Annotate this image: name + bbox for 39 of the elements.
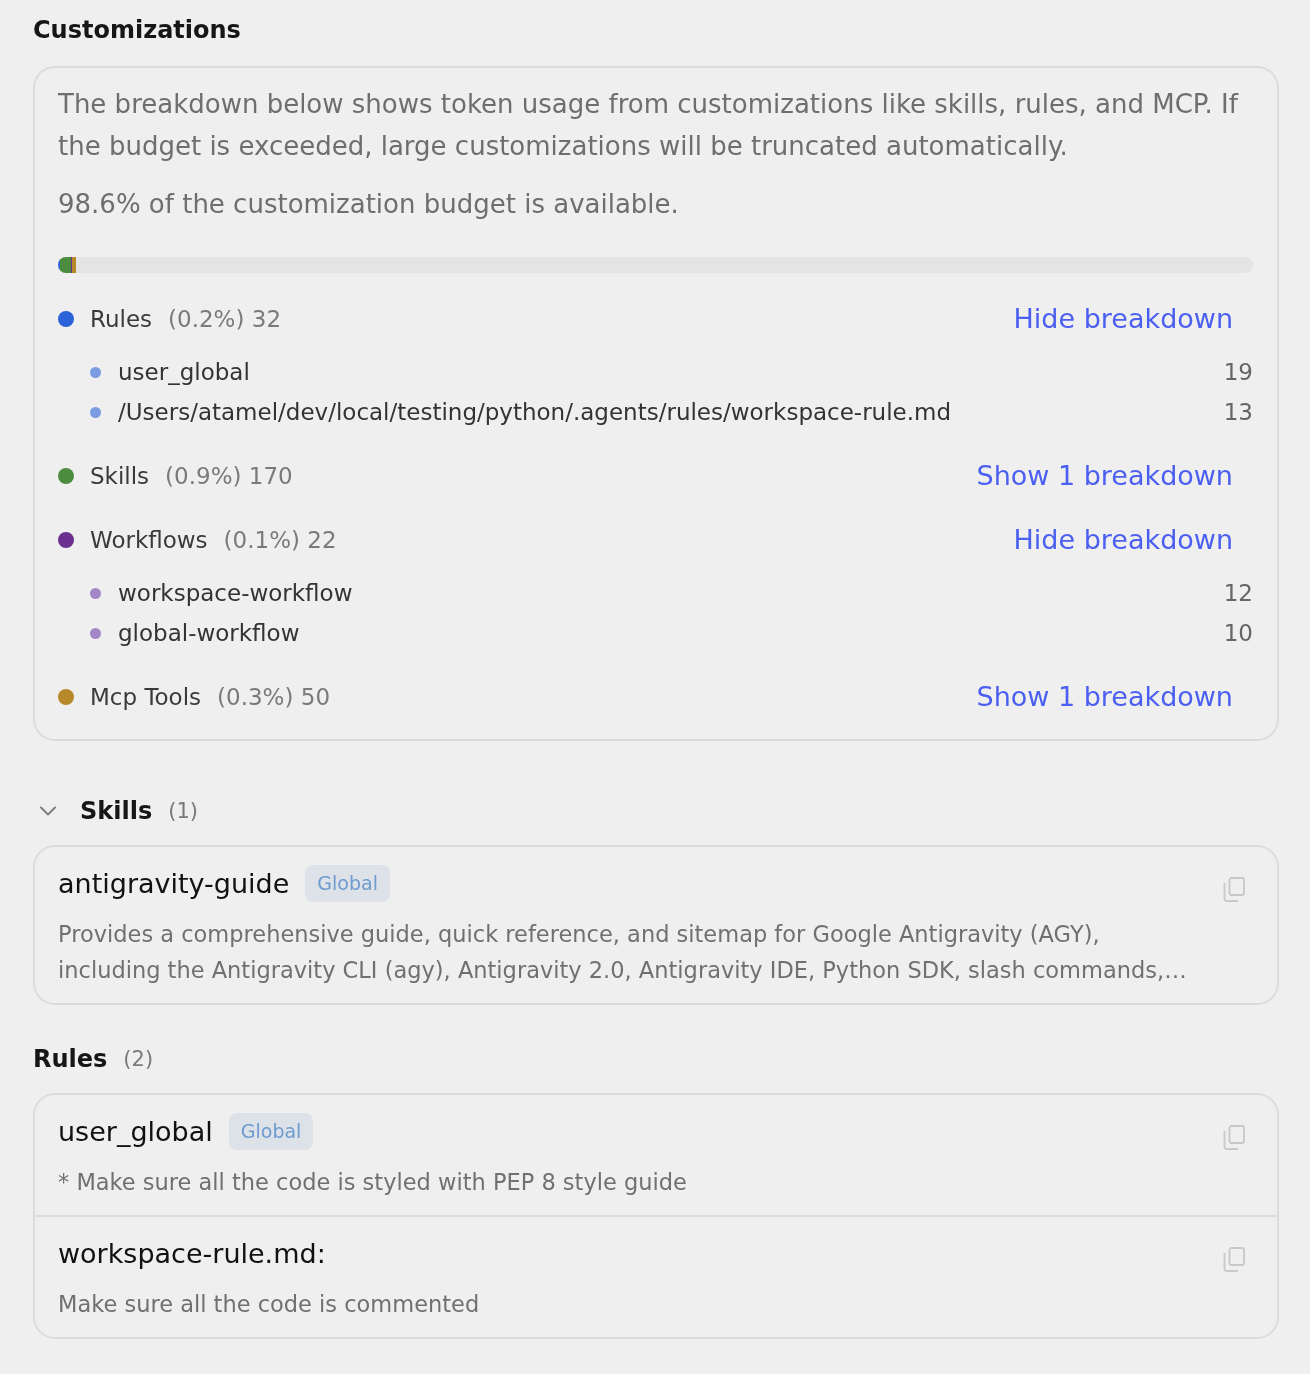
category-stats: (0.3%) 50: [217, 684, 331, 710]
breakdown-toggle-link[interactable]: Show 1 breakdown: [976, 679, 1233, 715]
breakdown-item-name: workspace-workflow: [118, 580, 354, 606]
category-name: Workflows: [90, 527, 208, 553]
breakdown-item-count: 12: [1223, 580, 1253, 606]
copy-icon[interactable]: [1223, 1124, 1245, 1150]
entry-description: Make sure all the code is commented: [58, 1290, 481, 1319]
budget-availability-text: 98.6% of the customization budget is available.: [58, 188, 680, 221]
section-count: (2): [123, 1047, 154, 1071]
breakdown-item-count: 19: [1223, 359, 1253, 385]
section-count: (1): [168, 799, 198, 823]
budget-description: The breakdown below shows token usage from customizations like skills, rules, and MCP. If the budget is exceeded, large customizations will be truncated automatically.: [58, 88, 1240, 163]
page-title: Customizations: [33, 15, 242, 46]
breakdown-toggle-link[interactable]: Hide breakdown: [1013, 522, 1233, 558]
scope-tag: Global: [228, 1112, 314, 1150]
breakdown-toggle-link[interactable]: Show 1 breakdown: [976, 458, 1233, 494]
breakdown-item-name: user_global: [118, 359, 251, 385]
entry-name: workspace-rule.md:: [58, 1237, 326, 1269]
entry-name: antigravity-guide: [58, 867, 290, 899]
copy-icon[interactable]: [1223, 1246, 1245, 1272]
entry-name: user_global: [58, 1115, 213, 1147]
breakdown-toggle-link[interactable]: Hide breakdown: [1013, 301, 1233, 337]
scope-tag: Global: [305, 864, 390, 902]
entry-description: Provides a comprehensive guide, quick reference, and sitemap for Google Antigravity (AGY), including the Antigravity CLI (agy), Antigravity 2.0, Antigravity IDE, Python SDK, slash commands,…: [58, 920, 1188, 985]
chevron-down-icon[interactable]: [40, 806, 56, 816]
breakdown-item-name: global-workflow: [118, 620, 301, 646]
section-title: Skills: [80, 797, 153, 825]
breakdown-item-count: 13: [1223, 399, 1253, 425]
breakdown-item-count: 10: [1223, 620, 1253, 646]
breakdown-item-name: /Users/atamel/dev/local/testing/python/.agents/rules/workspace-rule.md: [118, 399, 953, 425]
section-title: Rules: [33, 1045, 108, 1073]
category-name: Mcp Tools: [90, 684, 202, 710]
category-name: Skills: [90, 463, 150, 489]
copy-icon[interactable]: [1223, 876, 1245, 902]
category-stats: (0.1%) 22: [223, 527, 337, 553]
category-name: Rules: [90, 306, 153, 332]
entry-description: * Make sure all the code is styled with PEP 8 style guide: [58, 1168, 688, 1197]
category-stats: (0.9%) 170: [165, 463, 293, 489]
category-stats: (0.2%) 32: [168, 306, 282, 332]
